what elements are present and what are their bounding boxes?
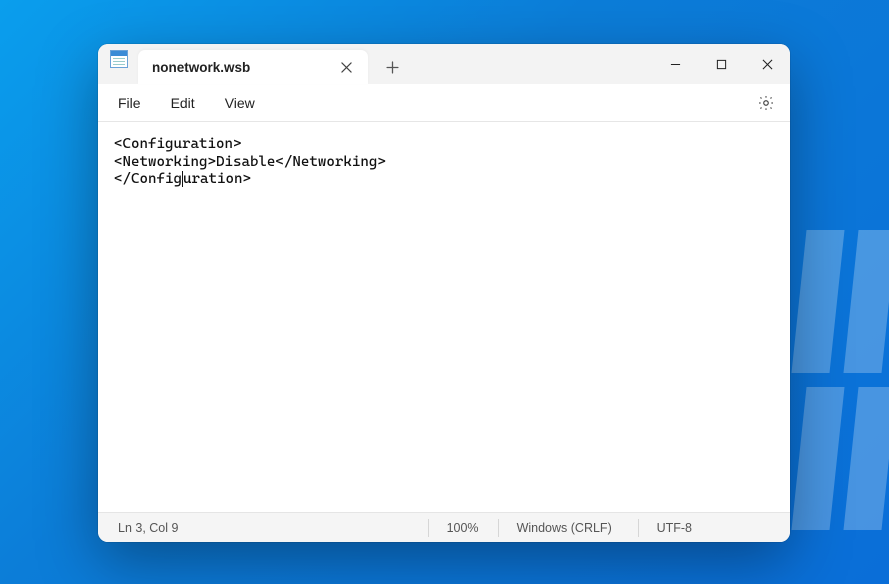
settings-button[interactable] — [750, 87, 782, 119]
maximize-button[interactable] — [698, 44, 744, 84]
tab-nonetwork[interactable]: nonetwork.wsb — [138, 50, 368, 84]
status-zoom[interactable]: 100% — [428, 519, 498, 537]
menu-file[interactable]: File — [106, 89, 153, 117]
maximize-icon — [716, 59, 727, 70]
menu-view[interactable]: View — [213, 89, 267, 117]
notepad-icon — [110, 50, 128, 68]
plus-icon — [386, 61, 399, 74]
new-tab-button[interactable] — [376, 51, 408, 83]
menu-bar: File Edit View — [98, 84, 790, 122]
title-bar[interactable]: nonetwork.wsb — [98, 44, 790, 84]
tab-title: nonetwork.wsb — [152, 60, 334, 75]
close-icon — [762, 59, 773, 70]
minimize-icon — [670, 59, 681, 70]
text-editor[interactable]: <Configuration> <Networking>Disable</Net… — [98, 122, 790, 512]
menu-edit[interactable]: Edit — [159, 89, 207, 117]
minimize-button[interactable] — [652, 44, 698, 84]
close-icon — [341, 62, 352, 73]
status-line-endings: Windows (CRLF) — [498, 519, 638, 537]
gear-icon — [757, 94, 775, 112]
notepad-window: nonetwork.wsb File Edit View — [98, 44, 790, 542]
tab-close-button[interactable] — [334, 55, 358, 79]
close-window-button[interactable] — [744, 44, 790, 84]
status-position: Ln 3, Col 9 — [118, 519, 428, 537]
window-controls — [652, 44, 790, 84]
status-encoding: UTF-8 — [638, 519, 710, 537]
status-bar: Ln 3, Col 9 100% Windows (CRLF) UTF-8 — [98, 512, 790, 542]
